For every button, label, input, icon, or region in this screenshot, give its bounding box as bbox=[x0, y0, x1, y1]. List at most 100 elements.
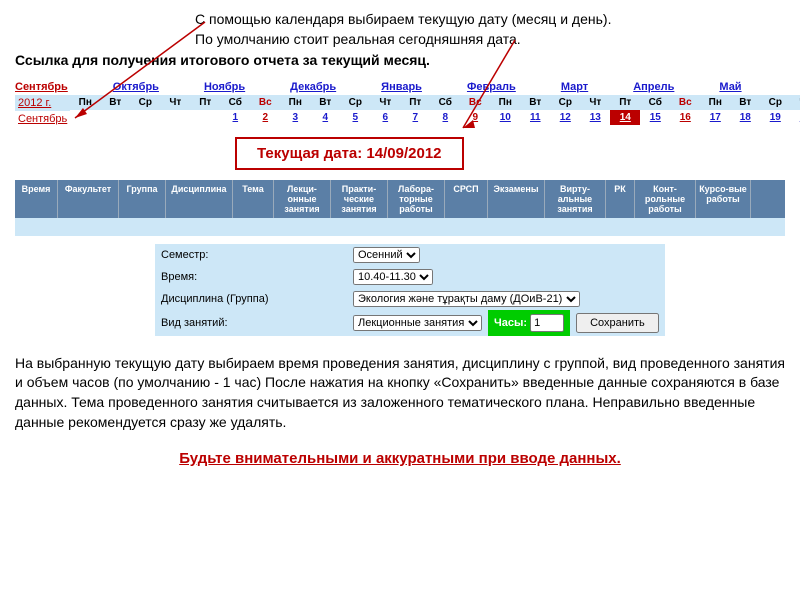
instruction-bold: Ссылка для получения итогового отчета за… bbox=[15, 51, 785, 71]
weekday-cell: Пт bbox=[610, 95, 640, 110]
time-select[interactable]: 10.40-11.30 bbox=[353, 269, 433, 285]
schedule-col-header: Группа bbox=[119, 180, 166, 218]
weekday-cell: Вт bbox=[310, 95, 340, 110]
weekday-cell: Ср bbox=[130, 95, 160, 110]
semester-select[interactable]: Осенний bbox=[353, 247, 420, 263]
schedule-col-header: СРСП bbox=[445, 180, 488, 218]
month-link-may[interactable]: Май bbox=[719, 81, 741, 93]
day-link[interactable]: 17 bbox=[700, 110, 730, 125]
day-link[interactable]: 16 bbox=[670, 110, 700, 125]
weekday-cell: Вт bbox=[520, 95, 550, 110]
month-link-dec[interactable]: Декабрь bbox=[290, 81, 336, 93]
hours-label: Часы: bbox=[494, 317, 527, 329]
weekday-header: ПнВтСрЧтПтСбВсПнВтСрЧтПтСбВсПнВтСрЧтПтСб… bbox=[70, 95, 800, 110]
weekday-cell: Сб bbox=[640, 95, 670, 110]
body-explanation: На выбранную текущую дату выбираем время… bbox=[15, 354, 785, 432]
warning-text: Будьте внимательными и аккуратными при в… bbox=[15, 450, 785, 467]
month-tabs: Сентябрь Октябрь Ноябрь Декабрь Январь Ф… bbox=[15, 81, 785, 93]
day-link[interactable]: 20 bbox=[790, 110, 800, 125]
schedule-col-header: РК bbox=[606, 180, 635, 218]
save-button[interactable]: Сохранить bbox=[576, 313, 659, 333]
day-link[interactable]: 6 bbox=[370, 110, 400, 125]
weekday-cell: Чт bbox=[370, 95, 400, 110]
schedule-col-header: Дисциплина bbox=[166, 180, 233, 218]
year-column: 2012 г. Сентябрь bbox=[15, 95, 70, 127]
month-link-apr[interactable]: Апрель bbox=[633, 81, 674, 93]
day-link[interactable]: 14 bbox=[610, 110, 640, 125]
day-link[interactable]: 7 bbox=[400, 110, 430, 125]
day-link[interactable]: 18 bbox=[730, 110, 760, 125]
type-label: Вид занятий: bbox=[155, 310, 347, 336]
hours-cell: Часы: bbox=[488, 310, 570, 336]
discipline-select[interactable]: Экология және тұрақты даму (ДОиВ-21) bbox=[353, 291, 580, 307]
weekday-cell: Пн bbox=[70, 95, 100, 110]
day-empty bbox=[100, 110, 130, 125]
month-link-feb[interactable]: Февраль bbox=[467, 81, 516, 93]
day-link[interactable]: 4 bbox=[310, 110, 340, 125]
weekday-cell: Ср bbox=[760, 95, 790, 110]
weekday-cell: Вт bbox=[730, 95, 760, 110]
weekday-cell: Пт bbox=[400, 95, 430, 110]
current-date-text: Текущая дата: 14/09/2012 bbox=[257, 145, 442, 162]
day-link[interactable]: 2 bbox=[250, 110, 280, 125]
day-link[interactable]: 8 bbox=[430, 110, 460, 125]
day-link[interactable]: 15 bbox=[640, 110, 670, 125]
hours-input[interactable] bbox=[530, 314, 564, 332]
schedule-col-header: Время bbox=[15, 180, 58, 218]
calendar: 2012 г. Сентябрь ПнВтСрЧтПтСбВсПнВтСрЧтП… bbox=[15, 95, 785, 127]
day-link[interactable]: 10 bbox=[490, 110, 520, 125]
schedule-header: ВремяФакультетГруппаДисциплинаТемаЛекци-… bbox=[15, 180, 785, 218]
weekday-cell: Чт bbox=[790, 95, 800, 110]
schedule-col-header: Экзамены bbox=[488, 180, 545, 218]
weekday-cell: Пт bbox=[190, 95, 220, 110]
schedule-col-header: Вирту-альные занятия bbox=[545, 180, 606, 218]
day-empty bbox=[130, 110, 160, 125]
weekday-cell: Пн bbox=[490, 95, 520, 110]
time-label: Время: bbox=[155, 266, 347, 288]
weekday-cell: Ср bbox=[550, 95, 580, 110]
weekday-cell: Ср bbox=[340, 95, 370, 110]
weekday-cell: Вт bbox=[100, 95, 130, 110]
schedule-col-header: Лекци-онные занятия bbox=[274, 180, 331, 218]
weekday-cell: Вс bbox=[670, 95, 700, 110]
type-select[interactable]: Лекционные занятия bbox=[353, 315, 482, 331]
semester-label: Семестр: bbox=[155, 244, 347, 266]
month-link-mar[interactable]: Март bbox=[561, 81, 588, 93]
schedule-col-header: Тема bbox=[233, 180, 274, 218]
weekday-cell: Сб bbox=[220, 95, 250, 110]
schedule-col-header: Факультет bbox=[58, 180, 119, 218]
selected-month-link[interactable]: Сентябрь bbox=[15, 111, 70, 127]
weekday-cell: Пн bbox=[700, 95, 730, 110]
month-link-jan[interactable]: Январь bbox=[381, 81, 422, 93]
top-instructions: С помощью календаря выбираем текущую дат… bbox=[15, 10, 785, 71]
weekday-cell: Сб bbox=[430, 95, 460, 110]
day-link[interactable]: 11 bbox=[520, 110, 550, 125]
day-empty bbox=[190, 110, 220, 125]
day-link[interactable]: 1 bbox=[220, 110, 250, 125]
schedule-col-header: Лабора-торные работы bbox=[388, 180, 445, 218]
current-date-box: Текущая дата: 14/09/2012 bbox=[235, 137, 464, 170]
year-link[interactable]: 2012 г. bbox=[15, 95, 70, 111]
day-empty bbox=[70, 110, 100, 125]
day-link[interactable]: 19 bbox=[760, 110, 790, 125]
entry-form: Семестр: Осенний Время: 10.40-11.30 Дисц… bbox=[155, 244, 665, 336]
month-link-oct[interactable]: Октябрь bbox=[113, 81, 159, 93]
schedule-col-header: Конт-рольные работы bbox=[635, 180, 696, 218]
month-link-sep[interactable]: Сентябрь bbox=[15, 81, 68, 93]
instruction-line-1: С помощью календаря выбираем текущую дат… bbox=[195, 10, 785, 30]
month-link-nov[interactable]: Ноябрь bbox=[204, 81, 245, 93]
day-link[interactable]: 3 bbox=[280, 110, 310, 125]
schedule-col-header: Практи-ческие занятия bbox=[331, 180, 388, 218]
day-link[interactable]: 13 bbox=[580, 110, 610, 125]
day-link[interactable]: 12 bbox=[550, 110, 580, 125]
days-row: 1234567891011121314151617181920 bbox=[70, 110, 800, 125]
schedule-col-header: Курсо-вые работы bbox=[696, 180, 751, 218]
weekday-cell: Чт bbox=[580, 95, 610, 110]
weekday-cell: Вс bbox=[250, 95, 280, 110]
day-link[interactable]: 9 bbox=[460, 110, 490, 125]
discipline-label: Дисциплина (Группа) bbox=[155, 288, 347, 310]
day-link[interactable]: 5 bbox=[340, 110, 370, 125]
weekday-cell: Вс bbox=[460, 95, 490, 110]
day-empty bbox=[160, 110, 190, 125]
weekday-cell: Пн bbox=[280, 95, 310, 110]
